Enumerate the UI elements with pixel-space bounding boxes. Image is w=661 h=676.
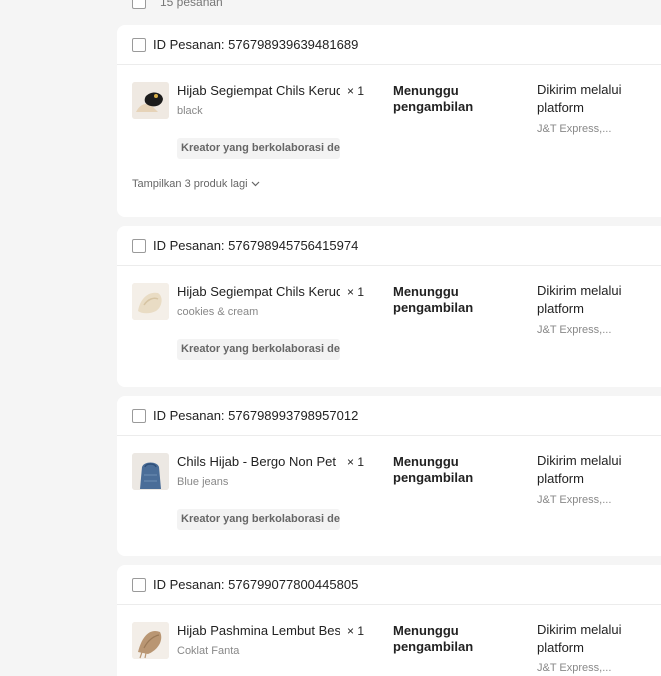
- product-thumbnail[interactable]: [132, 283, 169, 320]
- product-variant: Blue jeans: [177, 476, 229, 488]
- order-status: Menunggu pengambilan: [393, 284, 474, 315]
- order-status: Menunggu pengambilan: [393, 83, 474, 114]
- order-card: ID Pesanan: 576798945756415974 Hijab Seg…: [117, 226, 661, 387]
- creator-badge: Kreator yang berkolaborasi dengan Anda: [177, 509, 340, 530]
- select-all-checkbox[interactable]: [132, 0, 146, 9]
- order-id[interactable]: ID Pesanan: 576798939639481689: [153, 37, 358, 52]
- product-quantity: × 1: [347, 455, 365, 469]
- order-count: 15 pesanan: [160, 0, 223, 9]
- order-status: Menunggu pengambilan: [393, 454, 474, 485]
- courier-name: J&T Express,...: [537, 123, 612, 135]
- order-card: ID Pesanan: 576799077800445805 Hijab Pas…: [117, 565, 661, 676]
- order-checkbox[interactable]: [132, 577, 146, 592]
- creator-badge: Kreator yang berkolaborasi dengan Anda: [177, 339, 340, 360]
- product-variant: black: [177, 105, 203, 117]
- product-variant: Coklat Fanta: [177, 645, 240, 657]
- product-thumbnail[interactable]: [132, 622, 169, 659]
- courier-name: J&T Express,...: [537, 494, 612, 506]
- order-status: Menunggu pengambilan: [393, 623, 474, 654]
- order-header: ID Pesanan: 576799077800445805: [117, 565, 661, 605]
- order-header: ID Pesanan: 576798939639481689: [117, 25, 661, 65]
- order-checkbox[interactable]: [132, 238, 146, 253]
- courier-name: J&T Express,...: [537, 324, 612, 336]
- order-header: ID Pesanan: 576798993798957012: [117, 396, 661, 436]
- show-more-label: Tampilkan 3 produk lagi: [132, 178, 248, 190]
- shipping-method: Dikirim melalui platform: [537, 622, 622, 655]
- product-variant: cookies & cream: [177, 306, 259, 318]
- product-name[interactable]: Hijab Pashmina Lembut Best Seller: [177, 623, 340, 638]
- chevron-down-icon: [251, 181, 260, 187]
- product-quantity: × 1: [347, 285, 365, 299]
- product-name[interactable]: Hijab Segiempat Chils Kerudung: [177, 284, 340, 299]
- product-quantity: × 1: [347, 84, 365, 98]
- order-checkbox[interactable]: [132, 37, 146, 52]
- product-name[interactable]: Chils Hijab - Bergo Non Pet Instan: [177, 454, 340, 469]
- shipping-method: Dikirim melalui platform: [537, 283, 622, 316]
- creator-badge: Kreator yang berkolaborasi dengan Anda: [177, 138, 340, 159]
- courier-name: J&T Express,...: [537, 662, 612, 674]
- order-id[interactable]: ID Pesanan: 576798945756415974: [153, 238, 358, 253]
- order-checkbox[interactable]: [132, 408, 146, 423]
- order-id[interactable]: ID Pesanan: 576798993798957012: [153, 408, 358, 423]
- order-id[interactable]: ID Pesanan: 576799077800445805: [153, 577, 358, 592]
- order-header: ID Pesanan: 576798945756415974: [117, 226, 661, 266]
- shipping-method: Dikirim melalui platform: [537, 82, 622, 115]
- order-card: ID Pesanan: 576798939639481689 Hijab Seg…: [117, 25, 661, 217]
- product-quantity: × 1: [347, 624, 365, 638]
- product-name[interactable]: Hijab Segiempat Chils Kerudung: [177, 83, 340, 98]
- select-all-row: 15 pesanan: [117, 0, 661, 12]
- product-thumbnail[interactable]: [132, 453, 169, 490]
- show-more-products-link[interactable]: Tampilkan 3 produk lagi: [132, 178, 260, 190]
- product-thumbnail[interactable]: [132, 82, 169, 119]
- order-card: ID Pesanan: 576798993798957012 Chils Hij…: [117, 396, 661, 556]
- shipping-method: Dikirim melalui platform: [537, 453, 622, 486]
